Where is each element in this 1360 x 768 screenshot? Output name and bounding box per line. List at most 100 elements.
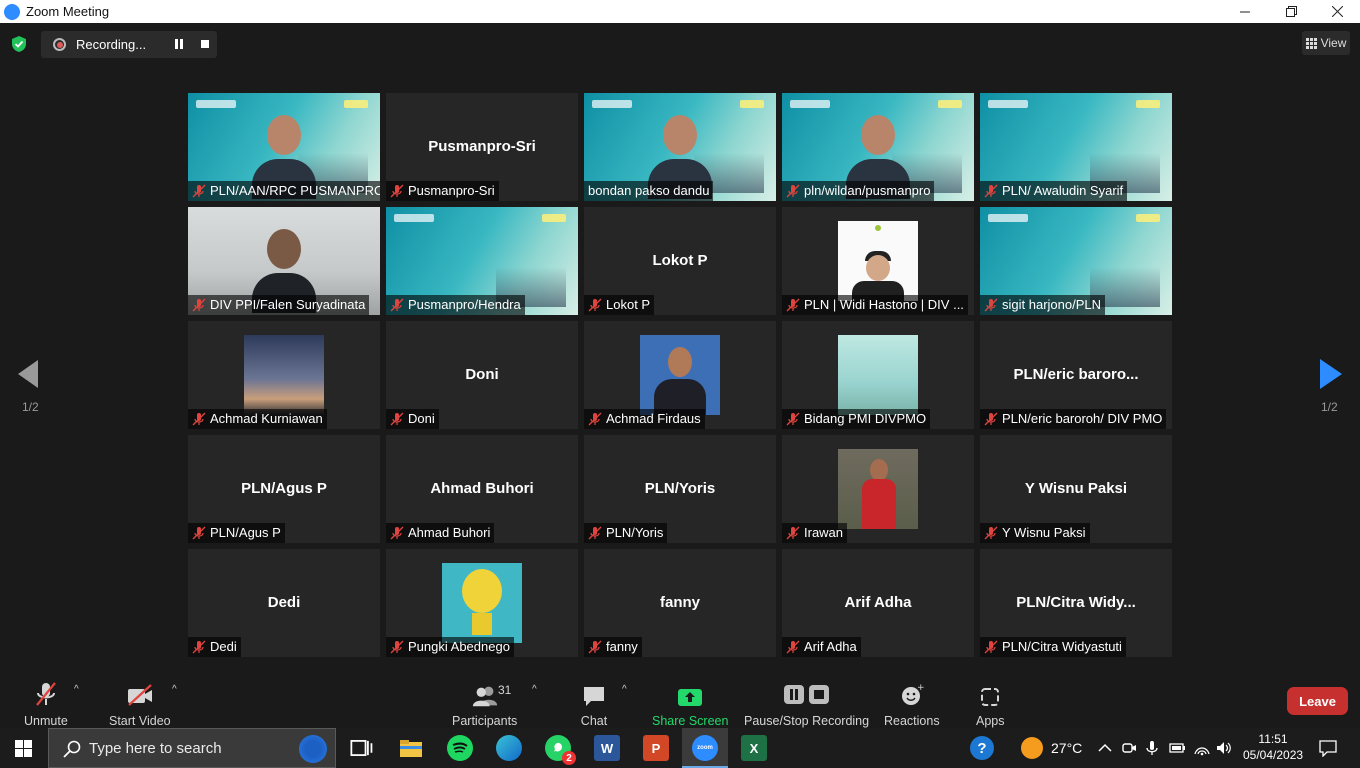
participants-options-caret-icon[interactable]: ^ (532, 684, 537, 695)
participants-icon (471, 681, 499, 707)
bing-search-icon[interactable] (299, 735, 327, 763)
share-screen-label: Share Screen (652, 714, 729, 728)
participant-tile[interactable]: sigit harjono/PLN (980, 207, 1172, 315)
participant-tile[interactable]: pln/wildan/pusmanpro (782, 93, 974, 201)
wifi-icon[interactable] (1194, 740, 1210, 756)
participant-tile[interactable]: PLN/Citra Widy... PLN/Citra Widyastuti (980, 549, 1172, 657)
reactions-button[interactable]: + Reactions (884, 681, 940, 728)
participant-tile[interactable]: Pungki Abednego (386, 549, 578, 657)
powerpoint-icon[interactable]: P (643, 735, 669, 761)
participant-name: PLN/Citra Widyastuti (1002, 639, 1122, 654)
apps-button[interactable]: Apps (976, 681, 1005, 728)
task-view-icon[interactable] (349, 735, 375, 761)
participant-muted-icon (588, 526, 602, 540)
previous-page-arrow-icon[interactable] (18, 360, 38, 388)
participant-tile[interactable]: Ahmad Buhori Ahmad Buhori (386, 435, 578, 543)
participant-tile[interactable]: Dedi Dedi (188, 549, 380, 657)
participant-name-tag: Doni (386, 409, 439, 429)
participant-tile[interactable]: Achmad Kurniawan (188, 321, 380, 429)
security-shield-icon[interactable] (11, 36, 27, 52)
participant-muted-icon (390, 298, 404, 312)
battery-icon[interactable] (1169, 740, 1185, 756)
meet-now-icon[interactable] (1121, 740, 1137, 756)
file-explorer-icon[interactable] (398, 735, 424, 761)
taskbar-clock[interactable]: 11:51 05/04/2023 (1243, 731, 1303, 763)
participant-name-tag: Achmad Kurniawan (188, 409, 327, 429)
excel-icon[interactable]: X (741, 735, 767, 761)
whatsapp-icon[interactable]: 2 (545, 735, 576, 765)
participant-tile[interactable]: Achmad Firdaus (584, 321, 776, 429)
participant-name: PLN/Agus P (210, 525, 281, 540)
restore-button[interactable] (1268, 0, 1314, 23)
participant-tile[interactable]: Pusmanpro-Sri Pusmanpro-Sri (386, 93, 578, 201)
participant-tile[interactable]: Y Wisnu Paksi Y Wisnu Paksi (980, 435, 1172, 543)
participant-muted-icon (192, 412, 206, 426)
zoom-taskbar-icon[interactable]: zoom (692, 735, 718, 761)
share-screen-button[interactable]: Share Screen (652, 681, 728, 728)
participant-display-name: PLN/Yoris (644, 480, 716, 497)
participant-tile[interactable]: Doni Doni (386, 321, 578, 429)
taskbar-search-box[interactable]: Type here to search (48, 728, 336, 768)
participant-name: Y Wisnu Paksi (1002, 525, 1086, 540)
zoom-logo-icon (4, 3, 20, 20)
participant-tile[interactable]: PLN/AAN/RPC PUSMANPRO (188, 93, 380, 201)
pause-recording-icon[interactable] (175, 39, 185, 49)
start-video-button[interactable]: Start Video (109, 681, 171, 728)
minimize-icon (1240, 11, 1250, 12)
spotify-icon[interactable] (447, 735, 473, 761)
view-button[interactable]: View (1302, 31, 1350, 55)
participant-tile[interactable]: PLN | Widi Hastono | DIV ... (782, 207, 974, 315)
participant-tile[interactable]: Lokot P Lokot P (584, 207, 776, 315)
pause-stop-recording-icon (782, 681, 832, 707)
participant-name-tag: Bidang PMI DIVPMO (782, 409, 931, 429)
minimize-button[interactable] (1222, 0, 1268, 23)
window-controls (1222, 0, 1360, 23)
participant-name-tag: PLN/eric baroroh/ DIV PMO (980, 409, 1167, 429)
participant-name: PLN/eric baroroh/ DIV PMO (1002, 411, 1163, 426)
participant-tile[interactable]: bondan pakso dandu (584, 93, 776, 201)
participant-tile[interactable]: PLN/eric baroro... PLN/eric baroroh/ DIV … (980, 321, 1172, 429)
pause-stop-recording-button[interactable]: Pause/Stop Recording (744, 681, 869, 728)
participant-tile[interactable]: PLN/ Awaludin Syarif (980, 93, 1172, 201)
participant-tile[interactable]: Irawan (782, 435, 974, 543)
video-options-caret-icon[interactable]: ^ (172, 684, 177, 695)
stop-recording-icon[interactable] (201, 40, 209, 48)
participant-name-tag: Pungki Abednego (386, 637, 514, 657)
help-icon[interactable]: ? (970, 736, 994, 760)
audio-options-caret-icon[interactable]: ^ (74, 684, 79, 695)
volume-icon[interactable] (1216, 740, 1232, 756)
show-hidden-icons-chevron-icon[interactable] (1097, 740, 1113, 756)
participant-display-name: Doni (465, 366, 499, 383)
microphone-tray-icon[interactable] (1144, 740, 1160, 756)
participant-tile[interactable]: fanny fanny (584, 549, 776, 657)
chat-options-caret-icon[interactable]: ^ (622, 684, 627, 695)
participant-display-name: Arif Adha (844, 594, 912, 611)
svg-text:+: + (917, 683, 924, 693)
participant-tile[interactable]: Pusmanpro/Hendra (386, 207, 578, 315)
unmute-button[interactable]: Unmute (24, 681, 68, 728)
participant-name-tag: Irawan (782, 523, 848, 543)
chat-button[interactable]: Chat (580, 681, 608, 728)
participant-name: fanny (606, 639, 638, 654)
participant-tile[interactable]: DIV PPI/Falen Suryadinata (188, 207, 380, 315)
participant-display-name: PLN/Agus P (241, 480, 327, 497)
edge-browser-icon[interactable] (496, 735, 522, 761)
participant-gallery: PLN/AAN/RPC PUSMANPRO Pusmanpro-Sri Pusman… (188, 93, 1172, 657)
participant-display-name: PLN/Citra Widy... (1016, 594, 1136, 611)
participant-tile[interactable]: PLN/Agus P PLN/Agus P (188, 435, 380, 543)
view-label: View (1320, 36, 1347, 50)
weather-sun-icon[interactable] (1021, 737, 1043, 759)
leave-button[interactable]: Leave (1287, 687, 1348, 715)
participant-tile[interactable]: Bidang PMI DIVPMO (782, 321, 974, 429)
notifications-icon[interactable] (1319, 739, 1337, 757)
participant-name-tag: Pusmanpro/Hendra (386, 295, 525, 315)
windows-start-icon[interactable] (15, 740, 32, 757)
next-page-arrow-icon[interactable] (1320, 359, 1342, 389)
close-button[interactable] (1314, 0, 1360, 23)
participant-name-tag: Arif Adha (782, 637, 861, 657)
participant-tile[interactable]: Arif Adha Arif Adha (782, 549, 974, 657)
participant-name: sigit harjono/PLN (1002, 297, 1101, 312)
participant-tile[interactable]: PLN/Yoris PLN/Yoris (584, 435, 776, 543)
word-icon[interactable]: W (594, 735, 620, 761)
apps-label: Apps (976, 714, 1005, 728)
